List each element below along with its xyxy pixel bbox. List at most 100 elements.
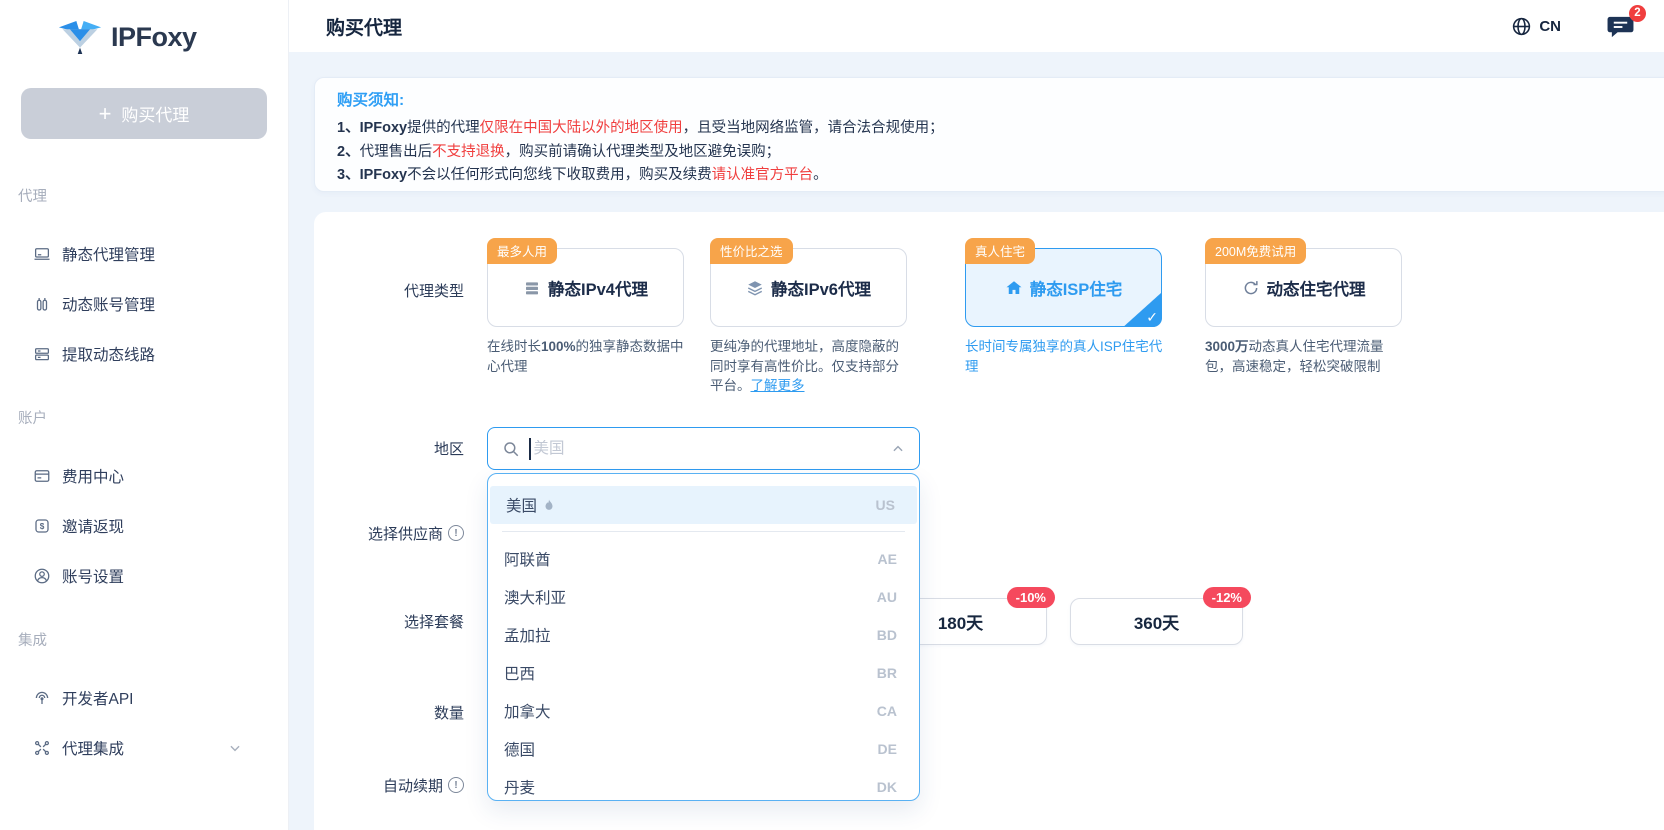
option-code: AU [877, 589, 897, 605]
antenna-icon [33, 689, 51, 707]
region-option-ae[interactable]: 阿联酋AE [488, 540, 919, 578]
text-caret [529, 438, 531, 460]
notice-text: 。 [813, 167, 828, 183]
region-option-dk[interactable]: 丹麦DK [488, 768, 919, 801]
refresh-icon [1242, 279, 1260, 297]
region-option-ca[interactable]: 加拿大CA [488, 692, 919, 730]
learn-more-link[interactable]: 了解更多 [751, 378, 805, 393]
sidebar-item-extract-lines[interactable]: 提取动态线路 [0, 329, 288, 379]
info-icon[interactable]: ! [448, 777, 464, 793]
option-code: BD [877, 627, 897, 643]
sidebar-item-account-settings[interactable]: 账号设置 [0, 551, 288, 601]
notice-line: 3、IPFoxy不会以任何形式向您线下收取费用，购买及续费请认准官方平台。 [337, 164, 1664, 188]
brand-name: IPFoxy [111, 22, 197, 53]
sidebar-item-label: 代理集成 [62, 737, 124, 759]
region-option-bd[interactable]: 孟加拉 BD [488, 616, 919, 654]
option-name: 孟加拉 [504, 624, 551, 646]
topbar: 购买代理 CN 2 [289, 0, 1664, 52]
flame-icon [542, 498, 556, 513]
notice-text-warning: 不支持退换 [432, 144, 505, 160]
card-title: 动态住宅代理 [1267, 276, 1366, 300]
option-name: 美国 [506, 494, 537, 516]
region-option-br[interactable]: 巴西BR [488, 654, 919, 692]
network-icon [33, 739, 51, 757]
card-description: 更纯净的代理地址，高度隐蔽的同时享有高性价比。仅支持部分平台。了解更多 [710, 337, 910, 396]
region-option-us[interactable]: 美国 US [490, 486, 917, 524]
purchase-form: 代理类型 地区 选择供应商! 选择套餐 数量 自动续期! 最多人用 静态IPv4… [314, 212, 1664, 830]
notice-text: 2、 [337, 144, 360, 160]
notice-text: 不会以任何形式向您线下收取费用，购买及续费 [407, 167, 712, 183]
notice-text-warning: 仅限在中国大陆以外的地区使用 [480, 120, 683, 136]
proxy-type-card-ipv4[interactable]: 最多人用 静态IPv4代理 [487, 248, 684, 327]
proxy-type-card-ipv6[interactable]: 性价比之选 静态IPv6代理 [710, 248, 907, 327]
plan-card-360[interactable]: 360天 -12% [1070, 598, 1243, 645]
app: IPFoxy + 购买代理 代理 静态代理管理 [0, 0, 1664, 830]
language-label: CN [1539, 18, 1561, 35]
notice-text: ，购买前请确认代理类型及地区避免误购； [505, 144, 781, 160]
content: 购买须知: 1、IPFoxy提供的代理仅限在中国大陆以外的地区使用，且受当地网络… [289, 52, 1664, 830]
sidebar-item-label: 账号设置 [62, 565, 124, 587]
plan-label-text: 180天 [938, 609, 983, 634]
sidebar-item-static-proxy[interactable]: 静态代理管理 [0, 229, 288, 279]
sidebar-item-billing[interactable]: 费用中心 [0, 451, 288, 501]
divider [502, 531, 905, 532]
notice-text: 3、IPFoxy [337, 167, 407, 183]
nav-section-label: 集成 [0, 629, 288, 653]
info-icon[interactable]: ! [448, 525, 464, 541]
option-name: 德国 [504, 738, 535, 760]
plan-label: 选择套餐 [314, 611, 464, 631]
plan-label-text: 360天 [1134, 609, 1179, 634]
region-search [487, 427, 920, 470]
option-code: US [876, 497, 895, 513]
auto-renew-label: 自动续期! [314, 775, 464, 795]
option-name: 澳大利亚 [504, 586, 566, 608]
option-code: DE [878, 741, 897, 757]
card-description: 3000万动态真人住宅代理流量包，高速稳定，轻松突破限制 [1205, 337, 1405, 376]
dollar-icon: $ [33, 517, 51, 535]
sidebar-item-label: 开发者API [62, 687, 133, 709]
nav-section-label: 代理 [0, 185, 288, 209]
layers-icon [746, 279, 764, 297]
sidebar-item-proxy-integration[interactable]: 代理集成 [0, 723, 288, 773]
card-title: 静态ISP住宅 [1030, 276, 1123, 300]
brand-logo: IPFoxy [0, 0, 288, 58]
language-switcher[interactable]: CN [1511, 16, 1561, 37]
region-option-de[interactable]: 德国 DE [488, 730, 919, 768]
server-stack-icon [523, 279, 541, 297]
page-title: 购买代理 [326, 13, 402, 40]
notice-text: 1、IPFoxy [337, 120, 407, 136]
proxy-type-card-isp[interactable]: 真人住宅 静态ISP住宅 ✓ [965, 248, 1162, 327]
option-code: CA [877, 703, 897, 719]
sidebar-item-label: 邀请返现 [62, 515, 124, 537]
home-icon [1005, 279, 1023, 297]
option-code: DK [877, 779, 897, 795]
sidebar-item-referral[interactable]: $ 邀请返现 [0, 501, 288, 551]
proxy-type-card-dynamic[interactable]: 200M免费试用 动态住宅代理 [1205, 248, 1402, 327]
discount-badge: -10% [1007, 587, 1055, 608]
region-search-input[interactable] [534, 440, 883, 458]
chevron-up-icon[interactable] [891, 442, 905, 456]
monitor-icon [33, 245, 51, 263]
sidebar-item-dynamic-accounts[interactable]: 动态账号管理 [0, 279, 288, 329]
proxy-type-label: 代理类型 [314, 280, 464, 300]
notice-title: 购买须知: [337, 88, 1664, 110]
user-icon [33, 567, 51, 585]
notice-text: 代理售出后 [360, 144, 433, 160]
messages-badge: 2 [1629, 5, 1646, 22]
chevron-down-icon[interactable] [228, 741, 242, 755]
svg-text:$: $ [40, 522, 45, 531]
region-dropdown: 美国 US 阿联酋AE 澳大利亚 AU 孟加拉 BD 巴西BR 加拿大CA [487, 473, 920, 801]
sidebar-item-developer-api[interactable]: 开发者API [0, 673, 288, 723]
sidebar-item-label: 提取动态线路 [62, 343, 155, 365]
card-description: 长时间专属独享的真人ISP住宅代理 [965, 337, 1165, 376]
nav-section-label: 账户 [0, 407, 288, 431]
region-label: 地区 [314, 438, 464, 458]
main: 购买代理 CN 2 [289, 0, 1664, 830]
notice-line: 1、IPFoxy提供的代理仅限在中国大陆以外的地区使用，且受当地网络监管，请合法… [337, 117, 1664, 141]
nav-section-integration: 集成 开发者API 代理集成 [0, 629, 288, 773]
messages-button[interactable]: 2 [1607, 15, 1634, 44]
plus-icon: + [99, 103, 112, 125]
buy-proxy-button[interactable]: + 购买代理 [21, 88, 267, 139]
region-option-au[interactable]: 澳大利亚 AU [488, 578, 919, 616]
card-title: 静态IPv6代理 [771, 276, 871, 300]
